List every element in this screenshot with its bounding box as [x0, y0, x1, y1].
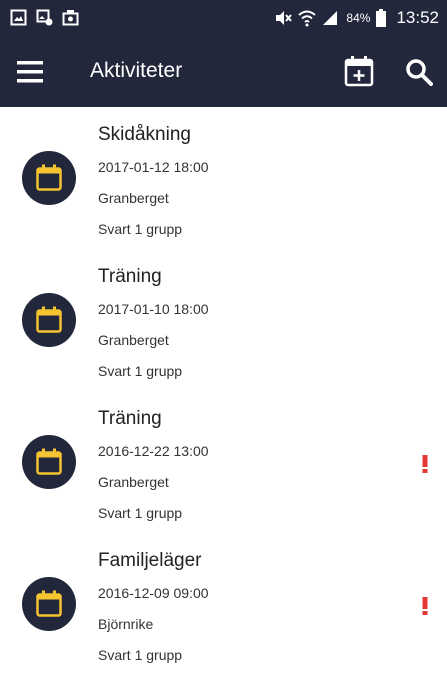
activity-place: Granberget — [98, 190, 169, 206]
battery-percentage: 84% — [346, 11, 371, 25]
activity-item[interactable]: Träning 2017-01-10 18:00 Granberget Svar… — [0, 249, 447, 391]
activity-item[interactable]: Skidåkning 2017-01-12 18:00 Granberget S… — [0, 107, 447, 249]
screenshot-icon — [62, 10, 79, 26]
activity-datetime: 2017-01-12 18:00 — [98, 159, 209, 175]
mute-icon — [276, 11, 293, 25]
activity-group: Svart 1 grupp — [98, 363, 183, 379]
activity-avatar — [22, 577, 76, 631]
image-notification-icon — [36, 9, 53, 26]
activity-place: Granberget — [98, 332, 169, 348]
status-bar-time: 13:52 — [396, 8, 439, 27]
battery-icon — [376, 9, 387, 27]
activity-list: Skidåkning 2017-01-12 18:00 Granberget S… — [0, 107, 447, 675]
alert-icon — [422, 597, 428, 615]
gallery-icon — [10, 9, 27, 26]
status-bar-notifications — [10, 9, 79, 26]
app-bar: Aktiviteter — [0, 37, 447, 107]
activity-datetime: 2016-12-09 09:00 — [98, 585, 209, 601]
status-bar: 84% 13:52 — [0, 0, 447, 37]
activity-datetime: 2017-01-10 18:00 — [98, 301, 209, 317]
calendar-icon — [36, 448, 62, 475]
status-bar-system: 84% 13:52 — [274, 8, 439, 28]
activity-title: Träning — [98, 266, 162, 287]
menu-icon[interactable] — [17, 61, 43, 83]
activity-datetime: 2016-12-22 13:00 — [98, 443, 209, 459]
calendar-icon — [36, 164, 62, 191]
alert-icon — [422, 455, 428, 473]
activity-group: Svart 1 grupp — [98, 505, 183, 521]
signal-icon — [323, 11, 338, 25]
activity-title: Skidåkning — [98, 124, 191, 145]
activity-title: Familjeläger — [98, 550, 202, 571]
activity-item[interactable]: Träning 2016-12-22 13:00 Granberget Svar… — [0, 391, 447, 533]
calendar-icon — [36, 590, 62, 617]
calendar-add-icon[interactable] — [344, 55, 374, 87]
search-icon[interactable] — [405, 58, 433, 86]
activity-place: Björnrike — [98, 616, 154, 632]
activity-group: Svart 1 grupp — [98, 221, 183, 237]
activity-place: Granberget — [98, 474, 169, 490]
calendar-icon — [36, 306, 62, 333]
activity-avatar — [22, 293, 76, 347]
activity-avatar — [22, 151, 76, 205]
page-title: Aktiviteter — [90, 59, 183, 82]
activity-title: Träning — [98, 408, 162, 429]
activity-group: Svart 1 grupp — [98, 647, 183, 663]
activity-avatar — [22, 435, 76, 489]
activity-item[interactable]: Familjeläger 2016-12-09 09:00 Björnrike … — [0, 533, 447, 675]
wifi-icon — [298, 10, 317, 27]
